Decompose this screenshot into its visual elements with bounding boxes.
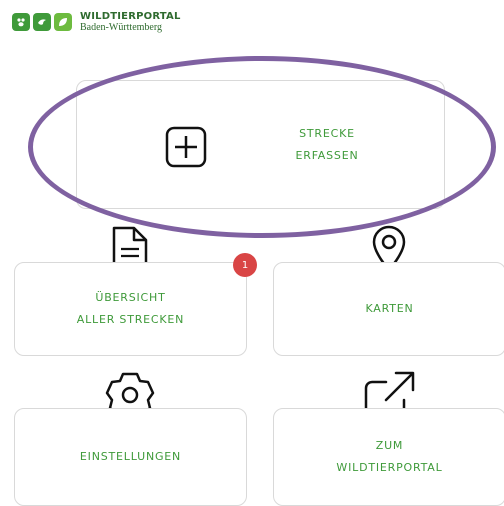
overview-tile[interactable]: ÜBERSICHT ALLER STRECKEN	[14, 262, 247, 356]
leaf-icon	[54, 13, 72, 31]
add-route-tile[interactable]: STRECKE ERFASSEN	[76, 80, 445, 209]
wildtierportal-logo: WILDTIERPORTAL Baden-Württemberg	[12, 10, 181, 34]
overview-label-line2: ALLER STRECKEN	[76, 313, 185, 326]
bird-icon	[33, 13, 51, 31]
maps-label: KARTEN	[365, 302, 414, 315]
portal-label-line1: ZUM	[375, 439, 404, 452]
logo-subtitle: Baden-Württemberg	[80, 21, 163, 33]
settings-tile[interactable]: EINSTELLUNGEN	[14, 408, 247, 506]
maps-tile[interactable]: KARTEN	[273, 262, 504, 356]
notification-badge: 1	[233, 253, 257, 277]
portal-label-line2: WILDTIERPORTAL	[336, 461, 443, 474]
plus-box-icon	[165, 126, 207, 168]
portal-tile[interactable]: ZUM WILDTIERPORTAL	[273, 408, 504, 506]
logo-title: WILDTIERPORTAL	[80, 10, 181, 22]
add-route-label-line2: ERFASSEN	[295, 149, 359, 162]
paw-print-icon	[12, 13, 30, 31]
add-route-label-line1: STRECKE	[299, 127, 355, 140]
settings-label: EINSTELLUNGEN	[79, 450, 182, 463]
overview-label-line1: ÜBERSICHT	[95, 291, 166, 304]
